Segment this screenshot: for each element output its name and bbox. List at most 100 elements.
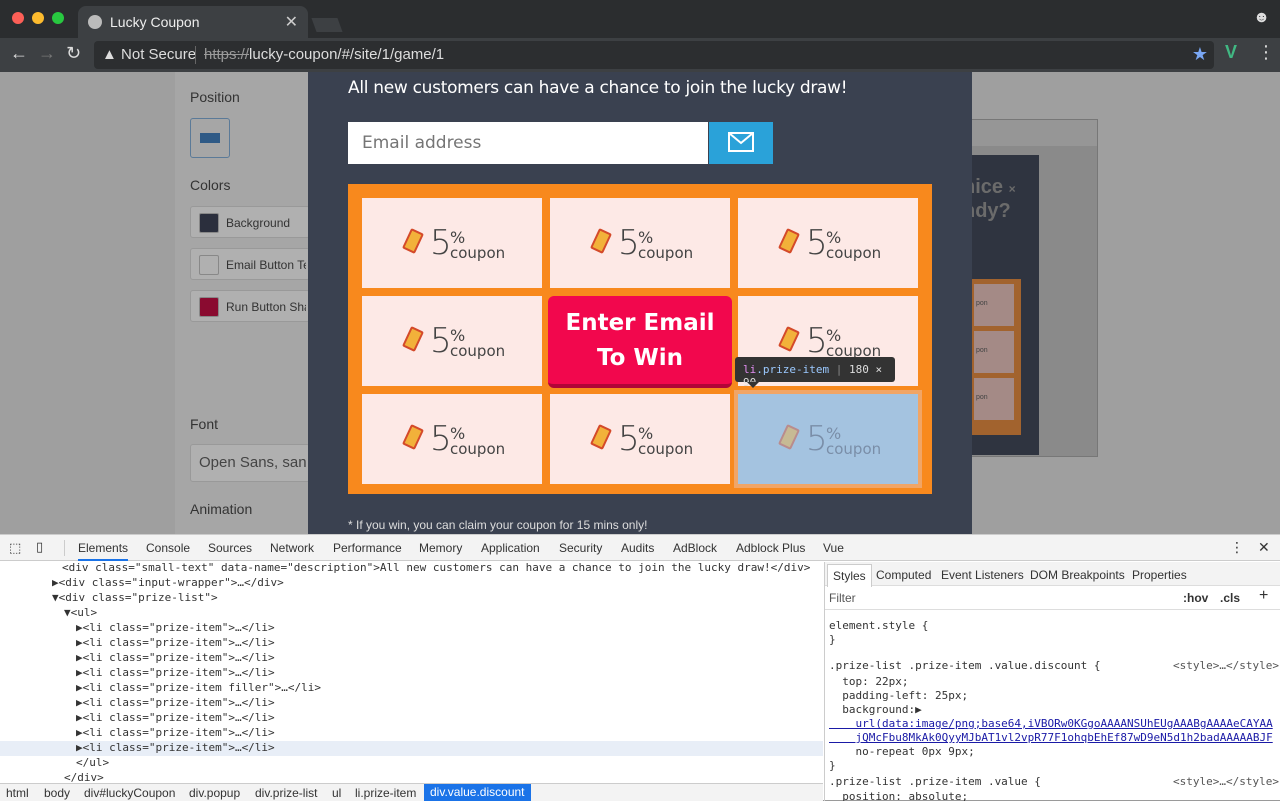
prize-percent: 5 (806, 223, 828, 263)
prize-label: coupon (638, 440, 694, 458)
menu-kebab-icon[interactable]: ⋮ (1257, 42, 1275, 63)
color-picker-run-button-shadow[interactable]: Run Button Sha (190, 290, 310, 322)
reload-icon[interactable]: ↻ (66, 43, 81, 64)
styles-tab-properties[interactable]: Properties (1132, 568, 1187, 582)
devtools-tab-vue[interactable]: Vue (823, 541, 844, 555)
minimize-window-button[interactable] (32, 12, 44, 24)
close-window-button[interactable] (12, 12, 24, 24)
security-label: Not Secure (121, 46, 197, 63)
devtools-tab-security[interactable]: Security (559, 541, 602, 555)
dom-node-line[interactable]: ▶<li class="prize-item">…</li> (0, 696, 823, 711)
devtools-tab-network[interactable]: Network (270, 541, 314, 555)
security-indicator[interactable]: ▲ Not Secure (102, 46, 196, 63)
color-label: Email Button Te (226, 258, 306, 272)
font-select[interactable]: Open Sans, san (190, 444, 310, 482)
dom-node-line[interactable]: ▼<ul> (0, 606, 823, 621)
dom-node-line[interactable]: ▶<li class="prize-item">…</li> (0, 621, 823, 636)
style-rule-line: top: 22px; (829, 675, 909, 688)
inspect-tooltip: li.prize-item | 180 × 90 (735, 357, 895, 389)
breadcrumb-item[interactable]: ul (332, 786, 341, 800)
prize-label: coupon (826, 244, 882, 262)
maximize-window-button[interactable] (52, 12, 64, 24)
coupon-icon (590, 424, 612, 450)
dom-node-line[interactable]: ▶<div class="input-wrapper">…</div> (0, 576, 823, 591)
styles-pane: Styles Computed Event Listeners DOM Breakpo… (824, 562, 1280, 801)
filter-input[interactable]: Filter (829, 591, 856, 605)
devtools-tab-console[interactable]: Console (146, 541, 190, 555)
dom-node-line[interactable]: ▶<li class="prize-item">…</li> (0, 741, 823, 756)
position-option-button[interactable] (190, 118, 230, 158)
url-text: https://lucky-coupon/#/site/1/game/1 (204, 46, 444, 63)
devtools-tab-sources[interactable]: Sources (208, 541, 252, 555)
breadcrumb-item[interactable]: body (44, 786, 70, 800)
color-swatch (199, 255, 219, 275)
dom-node-line[interactable]: </ul> (0, 756, 823, 771)
devtools-tab-adblock-plus[interactable]: Adblock Plus (736, 541, 805, 555)
new-tab-button[interactable] (311, 18, 343, 32)
styles-tab-event-listeners[interactable]: Event Listeners (941, 568, 1024, 582)
run-draw-button[interactable]: Enter Email To Win (548, 296, 732, 388)
dom-node-line[interactable]: ▶<li class="prize-item">…</li> (0, 711, 823, 726)
dom-node-line[interactable]: ▶<li class="prize-item">…</li> (0, 666, 823, 681)
address-bar[interactable]: ▲ Not Secure https://lucky-coupon/#/site… (94, 41, 1214, 69)
divider (195, 46, 196, 64)
breadcrumb-item[interactable]: div.popup (189, 786, 240, 800)
coupon-icon (402, 424, 424, 450)
breadcrumb-item[interactable]: div#luckyCoupon (84, 786, 175, 800)
dom-node-line[interactable]: ▼<div class="prize-list"> (0, 591, 823, 606)
vue-devtools-icon[interactable]: V (1225, 42, 1237, 63)
page-viewport: Position Colors Background Email Button … (0, 72, 1280, 534)
breadcrumb-item[interactable]: div.value.discount (424, 784, 531, 801)
inspect-element-icon[interactable]: ⬚ (9, 540, 21, 556)
coupon-icon (778, 326, 800, 352)
bookmark-star-icon[interactable]: ★ (1192, 44, 1208, 65)
warning-icon: ▲ (102, 46, 117, 63)
settings-panel: Position Colors Background Email Button … (175, 72, 310, 534)
font-label: Font (190, 416, 219, 432)
new-style-rule-button[interactable]: + (1259, 587, 1268, 605)
preview-prize-item: pon (974, 331, 1014, 373)
email-submit-button[interactable] (709, 122, 773, 164)
style-rule-line: jQMcFbu8MkAk0QyyMJbAT1vl2vpR77F1ohqbEhEf… (829, 731, 1273, 744)
styles-tab-styles[interactable]: Styles (827, 564, 872, 587)
style-rule-line: position: absolute; (829, 790, 969, 801)
dom-node-line[interactable]: <div class="small-text" data-name="descr… (0, 562, 823, 576)
dom-node-line[interactable]: ▶<li class="prize-item">…</li> (0, 636, 823, 651)
forward-icon[interactable]: → (38, 43, 56, 64)
breadcrumb-item[interactable]: div.prize-list (255, 786, 317, 800)
colors-label: Colors (190, 177, 231, 193)
dom-node-line[interactable]: ▶<li class="prize-item">…</li> (0, 726, 823, 741)
hov-toggle[interactable]: :hov (1183, 591, 1208, 605)
close-devtools-icon[interactable]: ✕ (1258, 539, 1270, 556)
close-tab-icon[interactable]: ✕ (285, 12, 298, 32)
devtools-tab-performance[interactable]: Performance (333, 541, 402, 555)
envelope-icon (728, 132, 754, 152)
breadcrumb-item[interactable]: li.prize-item (355, 786, 416, 800)
style-source-link[interactable]: <style>…</style> (1173, 659, 1279, 672)
devtools-tab-memory[interactable]: Memory (419, 541, 462, 555)
styles-tab-dom-breakpoints[interactable]: DOM Breakpoints (1030, 568, 1125, 582)
prize-label: coupon (638, 244, 694, 262)
email-input[interactable] (348, 122, 708, 164)
browser-tab[interactable]: Lucky Coupon ✕ (78, 6, 308, 38)
back-icon[interactable]: ← (10, 43, 28, 64)
styles-tab-computed[interactable]: Computed (876, 568, 931, 582)
color-picker-email-button-text[interactable]: Email Button Te (190, 248, 310, 280)
prize-item: 5% coupon (550, 394, 730, 484)
prize-item: 5% coupon (362, 296, 542, 386)
devtools-panel: ⬚ ▯ Elements Console Sources Network Perform… (0, 534, 1280, 801)
cls-toggle[interactable]: .cls (1220, 591, 1240, 605)
dom-node-line[interactable]: ▶<li class="prize-item filler">…</li> (0, 681, 823, 696)
style-source-link[interactable]: <style>…</style> (1173, 775, 1279, 788)
devtools-tab-application[interactable]: Application (481, 541, 540, 555)
dom-node-line[interactable]: </div> (0, 771, 823, 783)
dom-node-line[interactable]: ▶<li class="prize-item">…</li> (0, 651, 823, 666)
devtools-tab-elements[interactable]: Elements (78, 541, 129, 561)
devtools-menu-icon[interactable]: ⋮ (1230, 539, 1244, 556)
breadcrumb-item[interactable]: html (6, 786, 29, 800)
devtools-tab-adblock[interactable]: AdBlock (673, 541, 717, 555)
device-toolbar-icon[interactable]: ▯ (36, 539, 43, 555)
devtools-tab-audits[interactable]: Audits (621, 541, 654, 555)
color-picker-background[interactable]: Background (190, 206, 310, 238)
prize-item: 5% coupon (362, 394, 542, 484)
